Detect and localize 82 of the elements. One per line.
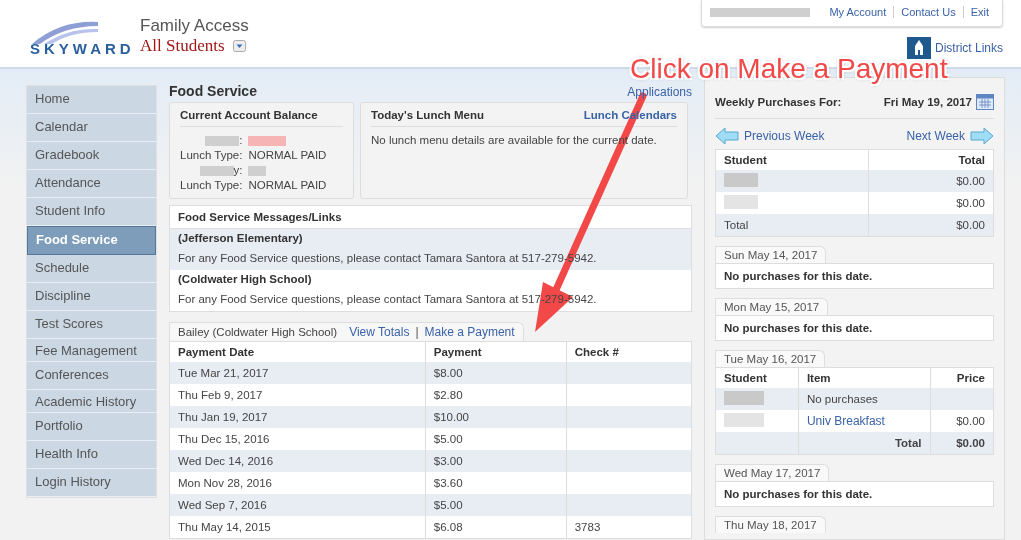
no-purchases-text: No purchases for this date.	[724, 322, 873, 334]
redacted-name	[724, 173, 758, 187]
sidebar-item[interactable]: Student Info	[27, 198, 156, 226]
calendar-icon[interactable]	[976, 94, 994, 110]
name-suffix: :	[239, 133, 243, 148]
table-cell: $5.00	[433, 433, 463, 445]
table-cell: Tue Mar 21, 2017	[178, 367, 269, 379]
sidebar-item[interactable]: Test Scores	[27, 311, 156, 339]
week-date: Fri May 19, 2017	[883, 96, 972, 108]
table-cell: Mon Nov 28, 2016	[178, 477, 272, 489]
sidebar-item[interactable]: Calendar	[27, 114, 156, 142]
table-cell: $0.00	[956, 175, 985, 187]
lunch-type-label: Lunch Type:	[180, 178, 243, 193]
student-selector[interactable]: All Students	[140, 36, 225, 56]
table-cell: Wed Dec 14, 2016	[178, 455, 274, 467]
redacted-name	[724, 391, 764, 405]
table-cell: Thu Feb 9, 2017	[178, 389, 263, 401]
previous-week-link[interactable]: Previous Week	[715, 127, 825, 145]
sidebar-item[interactable]: Schedule	[27, 255, 156, 283]
lunch-type-label: Lunch Type:	[180, 148, 243, 163]
table-cell: $2.80	[433, 389, 463, 401]
table-cell: $0.00	[956, 415, 985, 427]
sidebar-item[interactable]: Academic History	[27, 390, 156, 413]
lunch-type-value: NORMAL PAID	[248, 178, 328, 193]
sidebar-item[interactable]: Fee Management	[27, 339, 156, 362]
table-cell: Thu Jan 19, 2017	[178, 411, 268, 423]
applications-link[interactable]: Applications	[627, 85, 692, 99]
sidebar-item[interactable]: Gradebook	[27, 142, 156, 170]
redacted-name	[724, 413, 764, 427]
weekly-label: Weekly Purchases For:	[715, 96, 842, 108]
total-label: Total	[724, 219, 749, 231]
tab-link[interactable]: Make a Payment	[424, 325, 515, 339]
table-cell: Wed Sep 7, 2016	[178, 499, 267, 511]
total-label: Total	[798, 432, 931, 455]
table-cell: $0.00	[956, 197, 985, 209]
page-title: Food Service	[169, 83, 257, 99]
lunch-type-value: NORMAL PAID	[248, 148, 328, 163]
app-title: Family Access	[140, 16, 249, 36]
table-cell: Thu May 14, 2015	[178, 521, 271, 533]
item-link[interactable]: Univ Breakfast	[806, 414, 885, 428]
school-name: (Jefferson Elementary)	[178, 232, 304, 244]
redacted-name	[205, 135, 240, 146]
arrow-left-icon[interactable]	[715, 127, 739, 145]
total-cell: $0.00	[930, 432, 994, 455]
link-separator: |	[415, 325, 419, 339]
panel-title: Food Service Messages/Links	[178, 211, 342, 223]
no-purchases-text: No purchases for this date.	[724, 488, 873, 500]
arrow-right-icon[interactable]	[970, 127, 994, 145]
table-cell: $3.60	[433, 477, 463, 489]
sidebar-item[interactable]: Discipline	[27, 283, 156, 311]
name-suffix: y:	[233, 163, 243, 178]
tab-link[interactable]: View Totals	[349, 325, 410, 339]
sidebar-item[interactable]: Home	[27, 86, 156, 114]
table-cell: $5.00	[433, 499, 463, 511]
table-cell: $10.00	[433, 411, 469, 423]
table-cell: 3783	[574, 521, 601, 533]
sidebar-item[interactable]: Login History	[27, 469, 156, 497]
top-link[interactable]: My Account	[822, 6, 894, 18]
table-cell: Thu Dec 15, 2016	[178, 433, 270, 445]
school-name: (Coldwater High School)	[178, 273, 313, 285]
sidebar-item[interactable]: Portfolio	[27, 413, 156, 441]
logo-text: SKYWARD	[30, 40, 135, 57]
redacted-name	[724, 195, 758, 209]
card-title: Current Account Balance	[180, 109, 318, 121]
card-title: Today's Lunch Menu	[371, 109, 485, 121]
dropdown-icon[interactable]	[232, 40, 246, 52]
no-purchases-text: No purchases for this date.	[724, 270, 873, 282]
sidebar-item[interactable]: Conferences	[27, 362, 156, 390]
table-cell: $3.00	[433, 455, 463, 467]
table-cell: $6.08	[433, 521, 463, 533]
school-icon	[907, 37, 931, 59]
next-week-link[interactable]: Next Week	[906, 127, 994, 145]
table-cell: $8.00	[433, 367, 463, 379]
student-name: Bailey (Coldwater High School)	[178, 326, 338, 338]
table-cell: $0.00	[956, 219, 985, 231]
redacted-name	[199, 165, 234, 176]
top-link[interactable]: Contact Us	[893, 6, 963, 18]
table-cell: No purchases	[806, 393, 878, 405]
sidebar-item[interactable]: Food Service	[27, 226, 156, 255]
sidebar-item[interactable]: Health Info	[27, 441, 156, 469]
top-link[interactable]: Exit	[962, 6, 996, 18]
sidebar-item[interactable]: Attendance	[27, 170, 156, 198]
